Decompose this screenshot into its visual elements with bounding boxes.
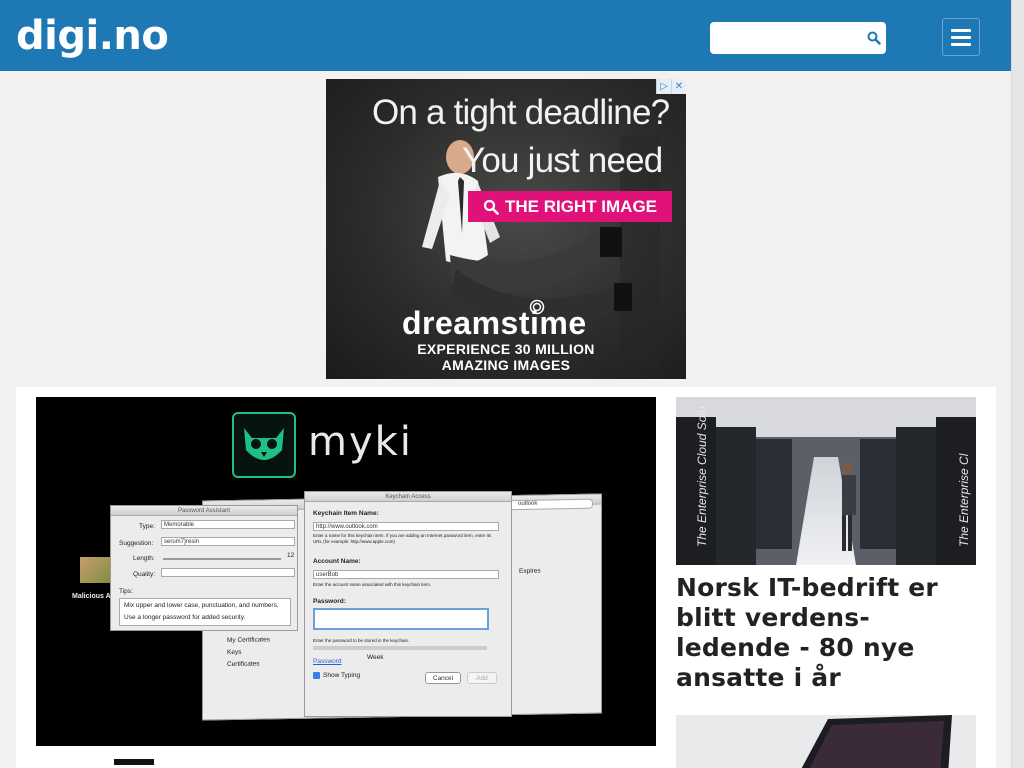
length-slider [163, 558, 281, 560]
ad-brand-name: dreamstime [402, 305, 587, 341]
ad-close-icon[interactable]: ✕ [671, 79, 686, 94]
password-link: Password [313, 658, 342, 665]
tips-text-1: Mix upper and lower case, punctuation, a… [124, 602, 279, 609]
laptop-illustration [801, 715, 952, 768]
ad-cta-button[interactable]: THE RIGHT IMAGE [468, 191, 672, 222]
side-article-2-image[interactable] [676, 715, 976, 768]
ad-subline-2: AMAZING IMAGES [441, 357, 571, 373]
next-article-title-fragment [114, 759, 154, 765]
keychain-item-sheet: Keychain Access Keychain Item Name: http… [304, 491, 512, 717]
site-logo[interactable]: digi.no [16, 12, 169, 60]
item-name-hint: Enter a name for this keychain item. If … [313, 533, 492, 544]
quality-meter [161, 568, 295, 577]
expires-column-header: Expires [519, 567, 541, 575]
tips-label: Tips: [119, 588, 133, 595]
ad-subline-1: EXPERIENCE 30 MILLION [417, 341, 595, 357]
add-button: Add [467, 672, 497, 684]
type-select: Memorable [161, 520, 295, 529]
ad-banner[interactable]: On a tight deadline? You just need THE R… [326, 79, 686, 379]
keychain-access-titlebar: Keychain Access [305, 492, 511, 502]
password-label: Password: [313, 598, 346, 605]
ad-headline-2: You just need [462, 141, 663, 180]
suggestion-field: serum7}resin [161, 537, 295, 546]
malicious-app-thumbnail [80, 557, 114, 583]
search-input[interactable] [718, 22, 868, 54]
password-hint: Enter the password to be stored in the k… [313, 638, 410, 643]
account-name-field: userBob [313, 570, 499, 579]
keychain-search-field: outlook [509, 498, 593, 511]
strength-meter [313, 646, 487, 650]
ad-info-icon[interactable]: ▷ [656, 79, 671, 94]
account-name-label: Account Name: [313, 558, 361, 565]
site-header: digi.no [0, 0, 1011, 71]
side-image-text-right: The Enterprise Cl [957, 453, 971, 547]
length-value: 12 [287, 552, 295, 559]
password-assistant-titlebar: Password Assistant [111, 506, 297, 516]
type-label: Type: [139, 523, 155, 530]
tips-text-2: Use a longer password for added security… [124, 614, 246, 621]
password-field [313, 608, 489, 630]
password-assistant-window: Password Assistant Type: Memorable Sugge… [110, 505, 298, 631]
search-button[interactable] [862, 22, 886, 54]
malicious-app-label: Malicious A [72, 593, 111, 600]
ad-badges: ▷ ✕ [656, 79, 686, 94]
account-name-hint: Enter the account name associated with t… [313, 582, 432, 587]
menu-bar [951, 28, 971, 32]
datacenter-illustration: The Enterprise Cloud Solu The Enterprise… [676, 397, 976, 565]
search-icon [483, 199, 499, 215]
sidebar-item-keys: Keys [227, 648, 242, 657]
menu-bar [951, 42, 971, 46]
show-typing-check-icon [313, 672, 320, 679]
show-typing-checkbox: Show Typing [323, 672, 361, 679]
side-article-image[interactable]: The Enterprise Cloud Solu The Enterprise… [676, 397, 976, 565]
item-name-field: http://www.outlook.com [313, 522, 499, 531]
search-icon [867, 31, 881, 45]
ad-headline-1: On a tight deadline? [372, 93, 670, 132]
cancel-button: Cancel [425, 672, 461, 684]
sidebar-item-certificates: Certificates [227, 660, 260, 669]
side-article-title[interactable]: Norsk IT-bedrift er blitt verdens-ledend… [676, 573, 976, 693]
item-name-label: Keychain Item Name: [313, 510, 379, 517]
tips-box: Mix upper and lower case, punctuation, a… [119, 598, 291, 626]
quality-label: Quality: [133, 571, 156, 578]
myki-brand: myki [308, 419, 413, 465]
length-label: Length: [133, 555, 155, 562]
strength-label: Week [367, 654, 384, 661]
hamburger-menu-button[interactable] [942, 18, 980, 56]
page-scrollbar[interactable] [1011, 0, 1024, 768]
article-grid: myki Malicious A outlook Expires My Cert… [16, 387, 996, 768]
myki-logo-icon [232, 412, 296, 478]
ad-cta-label: THE RIGHT IMAGE [504, 196, 658, 216]
menu-bar [951, 35, 971, 39]
suggestion-label: Suggestion: [119, 540, 154, 547]
main-article-image[interactable]: myki Malicious A outlook Expires My Cert… [36, 397, 656, 746]
search-box[interactable] [710, 22, 886, 54]
sidebar-item-my-certificates: My Certificates [227, 636, 270, 645]
side-image-text: The Enterprise Cloud Solu [695, 406, 709, 547]
